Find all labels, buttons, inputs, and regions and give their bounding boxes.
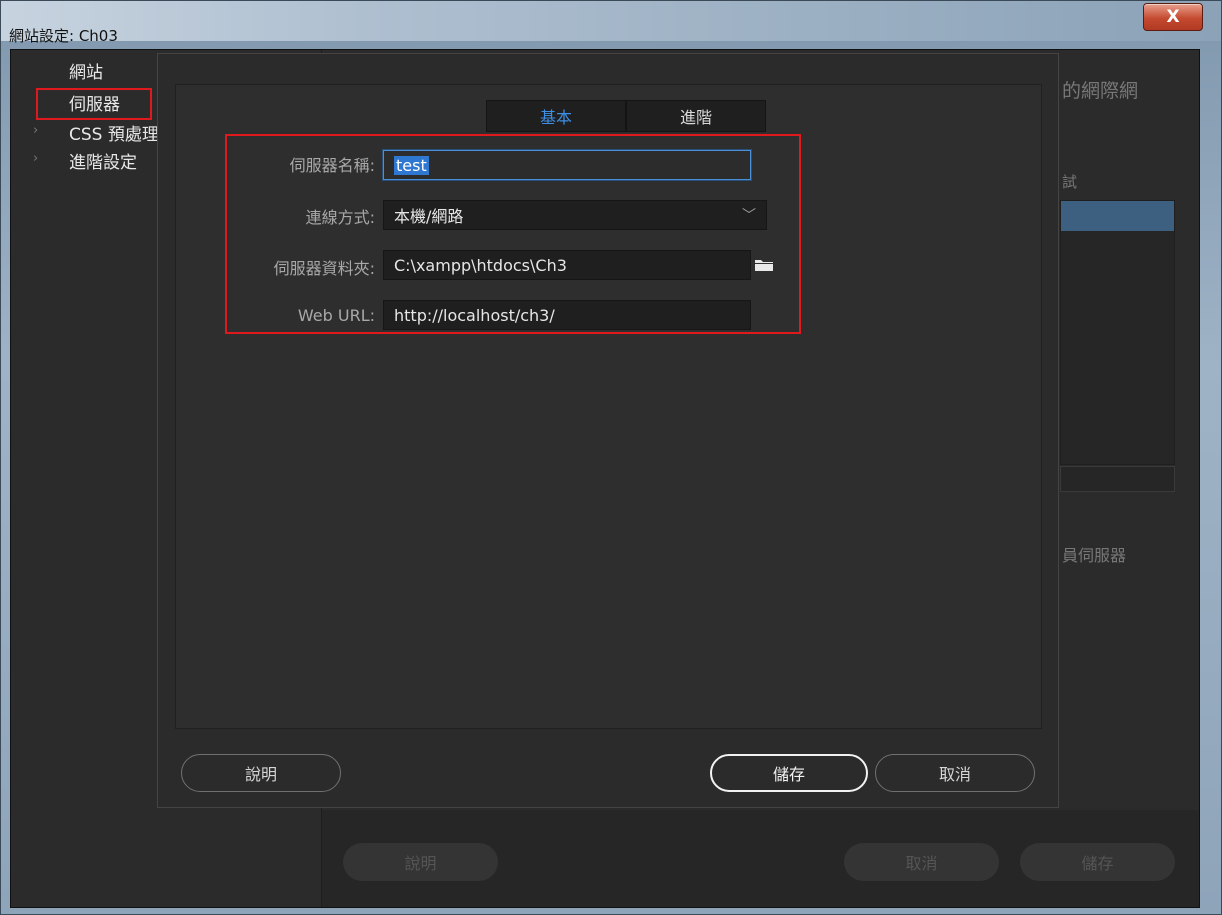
background-cancel-button[interactable]: 取消	[844, 843, 999, 881]
window-close-button[interactable]: X	[1143, 3, 1203, 31]
save-button[interactable]: 儲存	[710, 754, 868, 792]
tab-basic[interactable]: 基本	[486, 100, 626, 132]
chevron-right-icon[interactable]: ›	[33, 151, 38, 166]
web-url-input[interactable]: http://localhost/ch3/	[383, 300, 751, 330]
server-folder-input[interactable]: C:\xampp\htdocs\Ch3	[383, 250, 751, 280]
background-option-label: 員伺服器	[1062, 546, 1127, 565]
web-url-label: Web URL:	[297, 306, 375, 325]
sidebar-item-css-preprocessor[interactable]: CSS 預處理	[69, 120, 159, 145]
server-settings-dialog: 基本 進階 伺服器名稱: test 連線方式: 本機/網路 ﹀ 伺服器資料夾: …	[157, 53, 1059, 808]
connection-select[interactable]: 本機/網路 ﹀	[383, 200, 767, 230]
sidebar-item-site[interactable]: 網站	[69, 58, 103, 83]
window-title: 網站設定: Ch03	[9, 27, 118, 45]
server-list[interactable]	[1060, 200, 1175, 465]
tab-advanced[interactable]: 進階	[626, 100, 766, 132]
background-help-button[interactable]: 說明	[343, 843, 498, 881]
help-button[interactable]: 說明	[181, 754, 341, 792]
title-bar[interactable]: 網站設定: Ch03 X	[1, 1, 1221, 45]
server-name-label: 伺服器名稱:	[289, 156, 375, 175]
chevron-down-icon: ﹀	[742, 208, 756, 224]
servers-highlight-box	[36, 88, 152, 120]
server-name-input[interactable]: test	[383, 150, 751, 180]
background-save-button[interactable]: 儲存	[1020, 843, 1175, 881]
sidebar-item-advanced[interactable]: 進階設定	[69, 148, 137, 173]
connection-value: 本機/網路	[394, 207, 464, 226]
dialog-content-panel: 基本 進階 伺服器名稱: test 連線方式: 本機/網路 ﹀ 伺服器資料夾: …	[175, 84, 1042, 729]
background-column-header: 試	[1062, 173, 1078, 191]
server-name-value: test	[394, 155, 429, 175]
folder-icon[interactable]	[754, 258, 774, 272]
dialog-tabs: 基本 進階	[486, 100, 766, 132]
server-folder-label: 伺服器資料夾:	[273, 259, 375, 278]
server-list-footer	[1060, 466, 1175, 492]
server-list-selected-row[interactable]	[1061, 201, 1174, 231]
cancel-button[interactable]: 取消	[875, 754, 1035, 792]
server-folder-value: C:\xampp\htdocs\Ch3	[394, 255, 567, 275]
chevron-right-icon[interactable]: ›	[33, 123, 38, 138]
connection-label: 連線方式:	[305, 208, 375, 227]
web-url-value: http://localhost/ch3/	[394, 305, 555, 325]
background-heading: 的網際網	[1062, 80, 1139, 102]
